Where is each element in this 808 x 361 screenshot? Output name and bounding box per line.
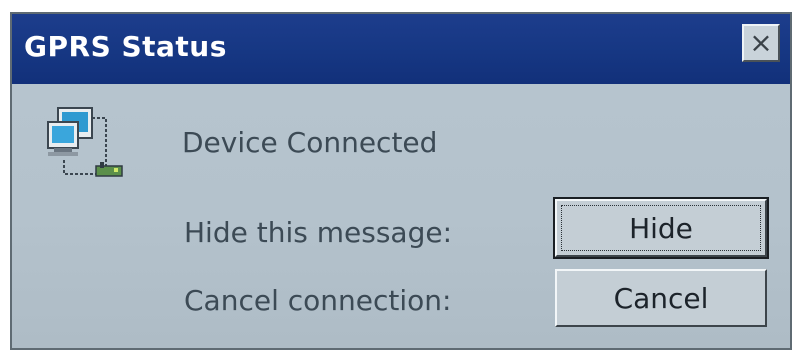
hide-button-label: Hide bbox=[629, 211, 693, 245]
cancel-button-label: Cancel bbox=[613, 281, 709, 315]
close-button[interactable]: × bbox=[742, 24, 780, 62]
network-connection-icon bbox=[47, 107, 123, 177]
hide-message-label: Hide this message: bbox=[184, 216, 452, 249]
title-bar: GPRS Status × bbox=[12, 14, 790, 84]
cancel-button[interactable]: Cancel bbox=[555, 269, 767, 327]
dialog-title: GPRS Status bbox=[24, 30, 227, 63]
gprs-status-dialog: GPRS Status × Device Connected Hide this… bbox=[10, 12, 792, 350]
close-icon: × bbox=[749, 26, 773, 59]
cancel-connection-label: Cancel connection: bbox=[184, 284, 452, 317]
connection-status-text: Device Connected bbox=[182, 126, 438, 159]
hide-button[interactable]: Hide bbox=[553, 197, 769, 259]
